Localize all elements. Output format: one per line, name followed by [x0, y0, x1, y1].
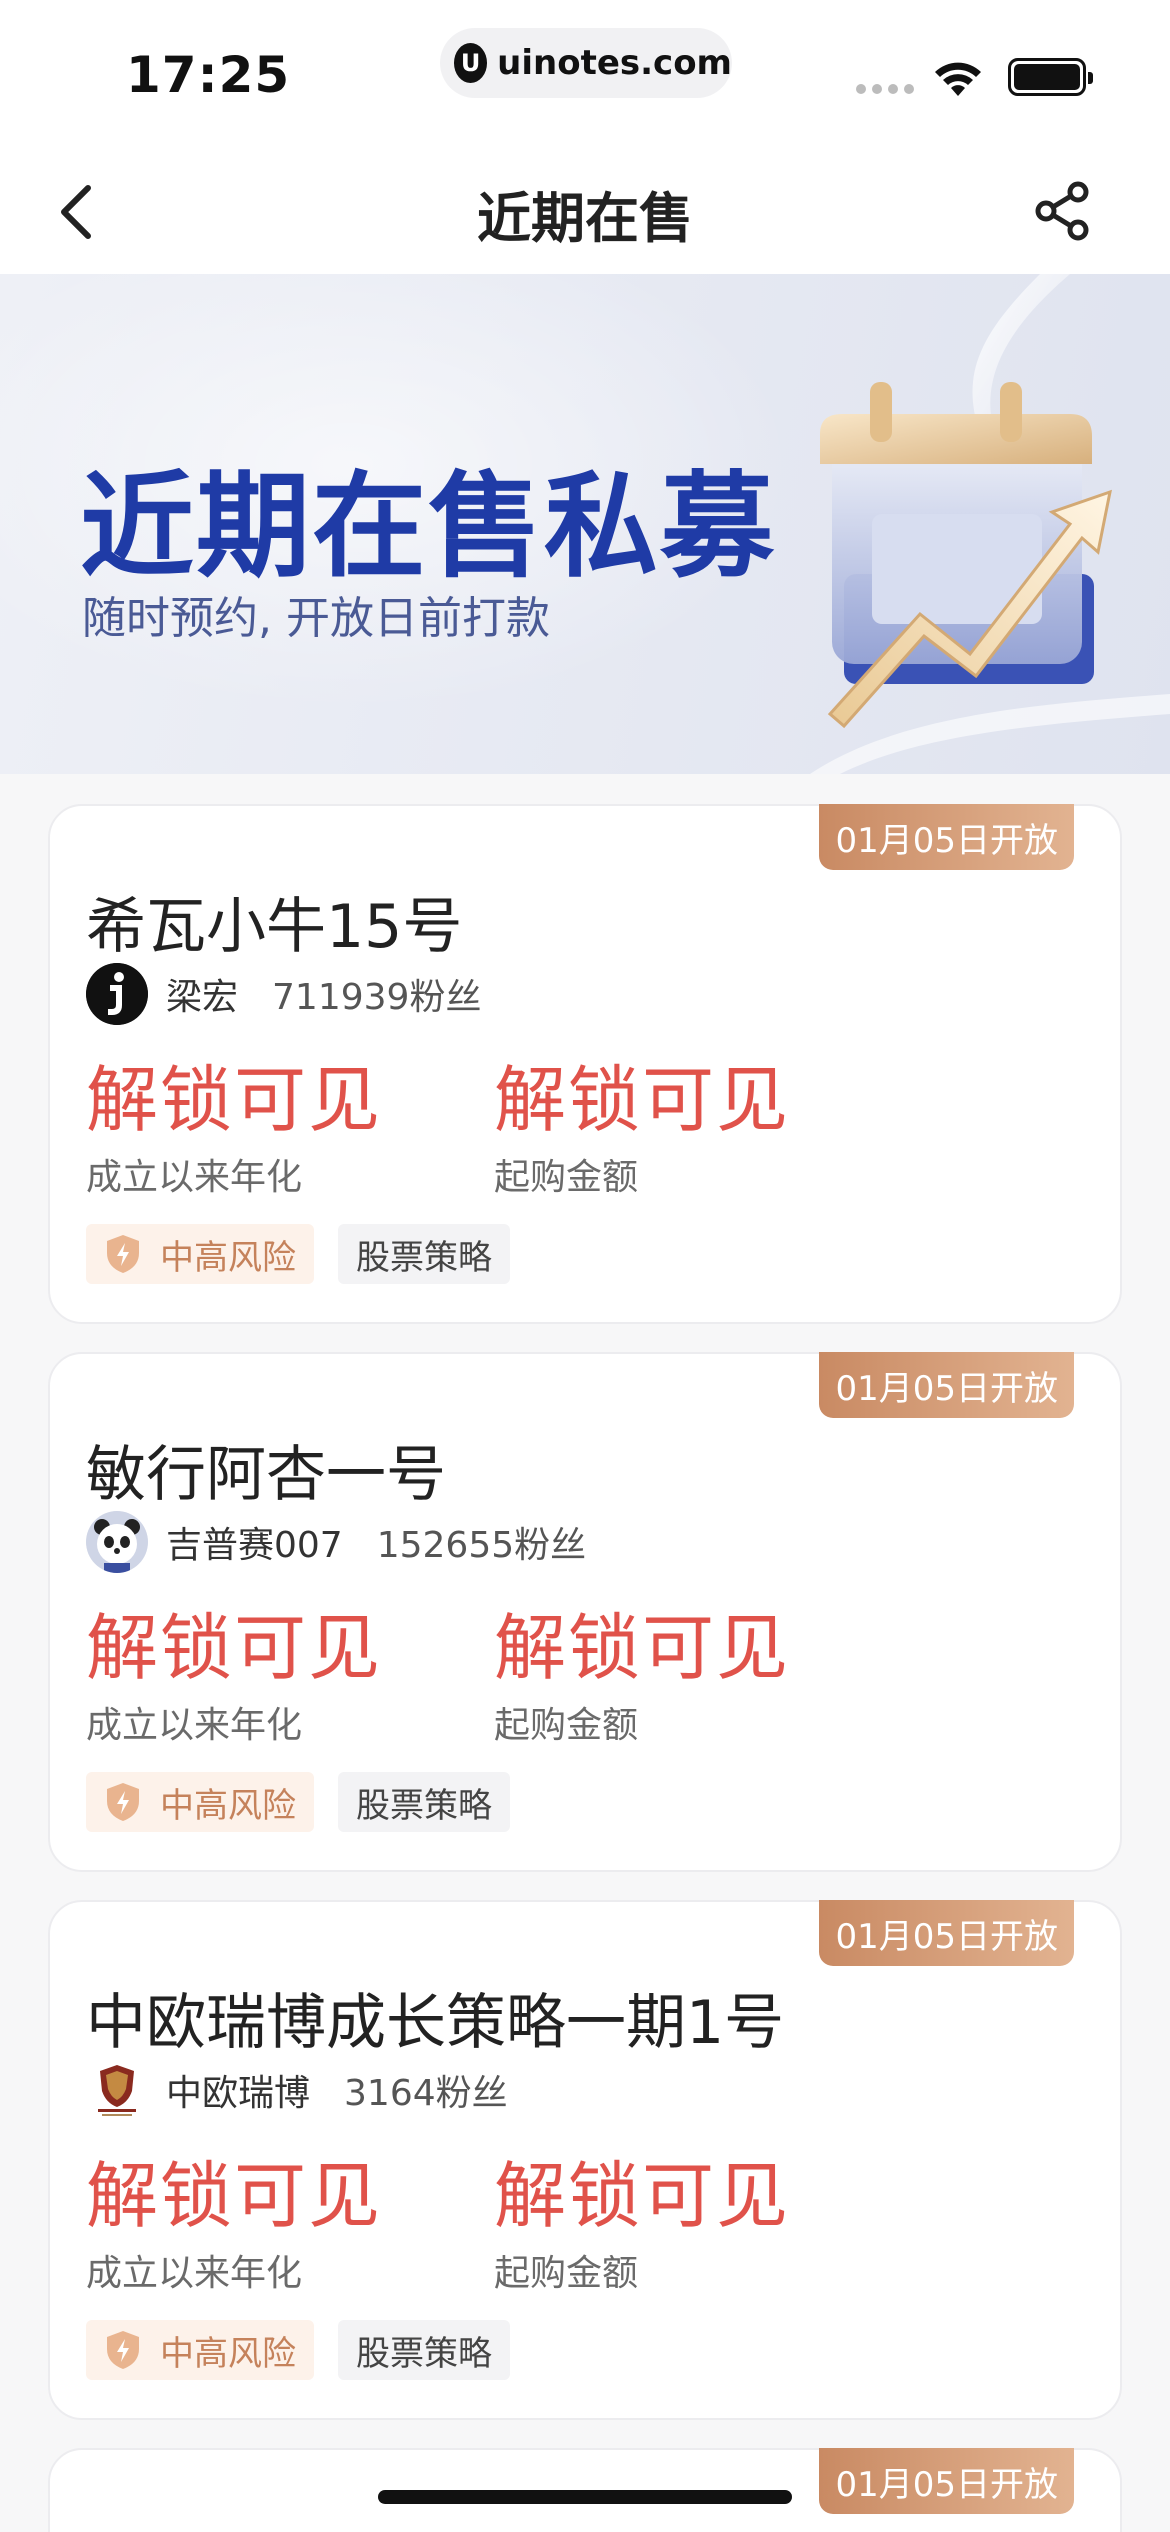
risk-tag: 中高风险 [86, 1772, 314, 1832]
return-label: 成立以来年化 [86, 2253, 303, 2294]
annualized-return[interactable]: 解锁可见 成立以来年化 [86, 1064, 382, 1200]
annualized-return[interactable]: 解锁可见 成立以来年化 [86, 2160, 382, 2296]
tag-row: 中高风险 股票策略 [86, 1772, 510, 1832]
open-date-badge: 01月05日开放 [819, 804, 1074, 870]
battery-icon [1008, 58, 1093, 96]
amount-value: 解锁可见 [494, 2154, 791, 2238]
min-purchase[interactable]: 解锁可见 起购金额 [494, 1612, 790, 1748]
amount-label: 起购金额 [494, 2253, 639, 2294]
fund-name: 中欧瑞博成长策略一期1号 [86, 1988, 785, 2058]
amount-label: 起购金额 [494, 1705, 639, 1746]
fund-card[interactable]: 01月05日开放 希瓦小牛15号 梁宏 711939粉丝 解锁可见 成立以来年化… [48, 804, 1122, 1324]
min-purchase[interactable]: 解锁可见 起购金额 [494, 2160, 790, 2296]
manager-row[interactable]: 吉普赛007 152655粉丝 [86, 1510, 586, 1574]
strategy-tag: 股票策略 [338, 1772, 510, 1832]
amount-value: 解锁可见 [494, 1058, 791, 1142]
open-date-badge: 01月05日开放 [819, 1352, 1074, 1418]
annualized-return[interactable]: 解锁可见 成立以来年化 [86, 1612, 382, 1748]
wifi-icon [935, 62, 981, 96]
company-logo-icon [86, 2059, 148, 2121]
strategy-tag: 股票策略 [338, 2320, 510, 2380]
manager-name: 吉普赛007 [166, 1525, 343, 1566]
return-label: 成立以来年化 [86, 1705, 303, 1746]
avatar [86, 963, 148, 1025]
promo-banner: 近期在售私募 随时预约, 开放日前打款 [0, 274, 1170, 774]
fan-count: 3164粉丝 [344, 2073, 508, 2114]
open-date-badge: 01月05日开放 [819, 2448, 1074, 2514]
return-value: 解锁可见 [86, 1058, 383, 1142]
panda-avatar-icon [86, 1511, 148, 1573]
fan-count: 152655粉丝 [376, 1525, 587, 1566]
shield-bolt-icon [107, 1235, 139, 1273]
manager-row[interactable]: 中欧瑞博 3164粉丝 [86, 2058, 508, 2122]
url-text: uinotes.com [497, 43, 732, 83]
calendar-growth-illustration [810, 274, 1170, 774]
fund-name: 敏行阿杏一号 [86, 1440, 446, 1510]
open-date-badge: 01月05日开放 [819, 1900, 1074, 1966]
share-icon [1035, 181, 1089, 241]
return-label: 成立以来年化 [86, 1157, 303, 1198]
risk-tag: 中高风险 [86, 1224, 314, 1284]
banner-title: 近期在售私募 [80, 460, 777, 593]
fund-name: 希瓦小牛15号 [86, 892, 463, 962]
risk-tag-label: 中高风险 [160, 1785, 296, 1826]
fan-count: 711939粉丝 [272, 977, 482, 1018]
url-pill[interactable]: U uinotes.com [440, 28, 732, 98]
return-value: 解锁可见 [86, 1606, 383, 1690]
risk-tag: 中高风险 [86, 2320, 314, 2380]
return-value: 解锁可见 [86, 2154, 383, 2238]
status-time: 17:25 [126, 46, 291, 104]
home-indicator[interactable] [378, 2490, 792, 2504]
strategy-tag: 股票策略 [338, 1224, 510, 1284]
tag-row: 中高风险 股票策略 [86, 1224, 510, 1284]
status-bar: 17:25 U uinotes.com [0, 0, 1170, 140]
site-logo-icon: U [454, 43, 488, 83]
nav-bar: 近期在售 [0, 140, 1170, 274]
cellular-signal-icon [856, 84, 914, 94]
amount-label: 起购金额 [494, 1157, 639, 1198]
page-title: 近期在售 [477, 187, 693, 250]
min-purchase[interactable]: 解锁可见 起购金额 [494, 1064, 790, 1200]
amount-value: 解锁可见 [494, 1606, 791, 1690]
shield-bolt-icon [107, 1783, 139, 1821]
tag-row: 中高风险 股票策略 [86, 2320, 510, 2380]
fund-card[interactable]: 01月05日开放 中欧瑞博成长策略一期1号 中欧瑞博 3164粉丝 解锁可见 成… [48, 1900, 1122, 2420]
manager-name: 梁宏 [166, 977, 239, 1018]
manager-name: 中欧瑞博 [166, 2073, 311, 2114]
manager-logo-icon [86, 963, 148, 1025]
share-button[interactable] [1028, 176, 1098, 246]
risk-tag-label: 中高风险 [160, 2333, 296, 2374]
avatar [86, 2059, 148, 2121]
manager-row[interactable]: 梁宏 711939粉丝 [86, 962, 481, 1026]
risk-tag-label: 中高风险 [160, 1237, 296, 1278]
banner-subtitle: 随时预约, 开放日前打款 [82, 593, 550, 644]
shield-bolt-icon [107, 2331, 139, 2369]
avatar [86, 1511, 148, 1573]
fund-card[interactable]: 01月05日开放 敏行阿杏一号 吉普赛007 152655粉丝 解锁可见 成立以… [48, 1352, 1122, 1872]
